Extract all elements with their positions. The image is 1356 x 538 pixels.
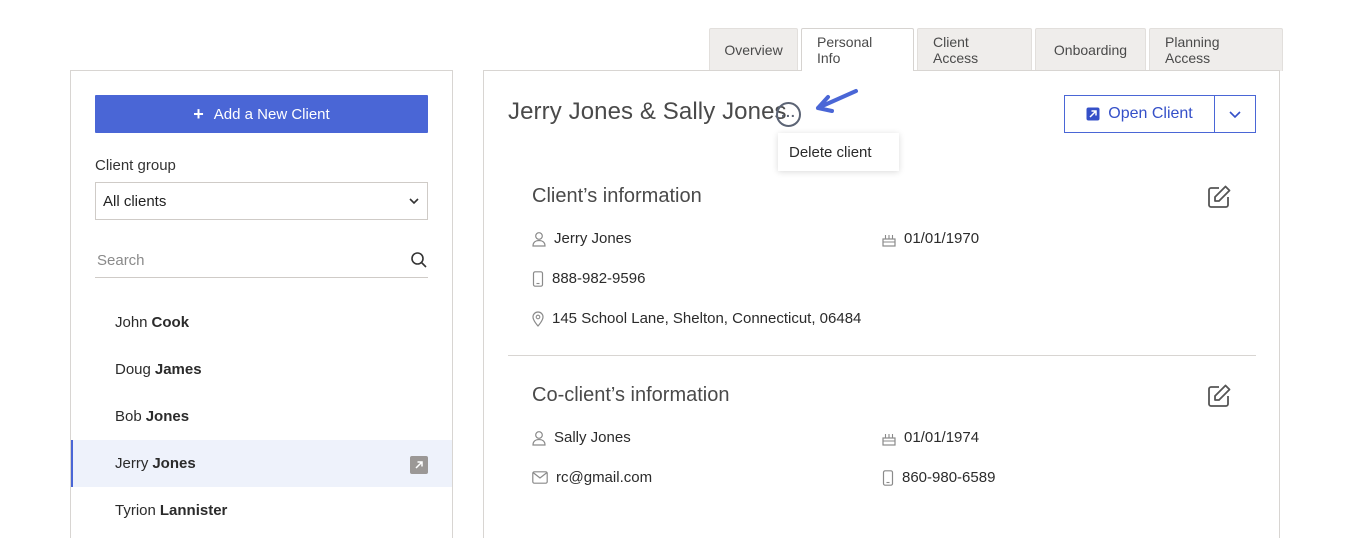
client-last-name: Jones <box>145 408 190 425</box>
co-client-name: Sally Jones <box>554 429 631 446</box>
user-icon <box>532 430 546 446</box>
open-client-split-button: Open Client <box>1064 95 1256 133</box>
location-icon <box>532 310 544 327</box>
open-client-button[interactable]: Open Client <box>1065 96 1215 132</box>
client-first-name: Bob <box>115 408 142 425</box>
more-options-button[interactable]: ... <box>776 102 801 127</box>
client-address: 145 School Lane, Shelton, Connecticut, 0… <box>552 310 862 327</box>
chevron-down-icon <box>409 198 419 205</box>
client-last-name: Cook <box>151 314 190 331</box>
client-list: John Cook Doug James Bob Jones Jerry Jones T… <box>71 299 452 534</box>
co-client-phone: 860-980-6589 <box>902 469 996 486</box>
tab-planning-access[interactable]: Planning Access <box>1149 28 1283 71</box>
client-group-value: All clients <box>103 192 167 210</box>
tab-overview[interactable]: Overview <box>709 28 798 71</box>
list-item[interactable]: Tyrion Lannister <box>71 487 452 534</box>
co-client-dob: 01/01/1974 <box>904 429 980 446</box>
more-options-menu: Delete client <box>778 133 899 171</box>
list-item[interactable]: John Cook <box>71 299 452 346</box>
client-detail-panel: Jerry Jones & Sally Jones ... Delete cli… <box>483 70 1280 538</box>
user-icon <box>532 231 546 247</box>
open-external-icon[interactable] <box>410 456 428 474</box>
client-name: Jerry Jones <box>554 230 632 247</box>
phone-icon <box>882 469 894 486</box>
co-client-email: rc@gmail.com <box>556 469 653 486</box>
co-client-email-row: rc@gmail.com <box>532 469 652 486</box>
client-group-label: Client group <box>95 157 176 174</box>
search-bar <box>95 243 428 278</box>
client-group-select[interactable]: All clients <box>95 182 428 220</box>
client-last-name: James <box>154 361 202 378</box>
list-item[interactable]: Bob Jones <box>71 393 452 440</box>
arrow-icon <box>816 89 858 113</box>
client-address-row: 145 School Lane, Shelton, Connecticut, 0… <box>532 310 861 327</box>
client-first-name: Doug <box>115 361 151 378</box>
edit-icon[interactable] <box>1206 383 1232 409</box>
client-info-heading: Client’s information <box>532 185 702 207</box>
tab-client-access[interactable]: Client Access <box>917 28 1032 71</box>
more-horizontal-icon: ... <box>781 103 796 120</box>
search-icon[interactable] <box>410 251 428 269</box>
client-phone-row: 888-982-9596 <box>532 270 645 287</box>
client-first-name: John <box>115 314 148 331</box>
open-external-icon <box>1086 107 1100 121</box>
chevron-down-icon <box>1229 111 1241 119</box>
edit-icon[interactable] <box>1206 184 1232 210</box>
tab-onboarding[interactable]: Onboarding <box>1035 28 1146 71</box>
cake-icon <box>882 433 896 446</box>
mail-icon <box>532 471 548 484</box>
list-item-selected[interactable]: Jerry Jones <box>71 440 452 487</box>
client-first-name: Jerry <box>115 455 149 472</box>
co-client-info-heading: Co-client’s information <box>532 384 730 406</box>
co-client-phone-row: 860-980-6589 <box>882 469 995 486</box>
section-divider <box>508 355 1256 356</box>
tab-bar: Overview Personal Info Client Access Onb… <box>709 28 1283 71</box>
client-last-name: Lannister <box>159 502 228 519</box>
list-item[interactable]: Doug James <box>71 346 452 393</box>
cake-icon <box>882 234 896 247</box>
client-sidebar: + Add a New Client Client group All clie… <box>70 70 453 538</box>
page-title: Jerry Jones & Sally Jones <box>508 98 787 125</box>
search-input[interactable] <box>95 251 375 269</box>
open-client-dropdown-button[interactable] <box>1215 96 1255 132</box>
add-client-button[interactable]: + Add a New Client <box>95 95 428 133</box>
co-client-dob-row: 01/01/1974 <box>882 429 979 446</box>
client-dob-row: 01/01/1970 <box>882 230 979 247</box>
client-last-name: Jones <box>152 455 196 472</box>
client-name-row: Jerry Jones <box>532 230 632 247</box>
client-phone: 888-982-9596 <box>552 270 646 287</box>
co-client-name-row: Sally Jones <box>532 429 631 446</box>
plus-icon: + <box>193 104 204 124</box>
add-client-label: Add a New Client <box>213 105 330 123</box>
delete-client-menu-item[interactable]: Delete client <box>789 144 872 161</box>
phone-icon <box>532 270 544 287</box>
open-client-label: Open Client <box>1108 105 1193 122</box>
tab-personal-info[interactable]: Personal Info <box>801 28 914 71</box>
client-first-name: Tyrion <box>115 502 156 519</box>
client-dob: 01/01/1970 <box>904 230 980 247</box>
